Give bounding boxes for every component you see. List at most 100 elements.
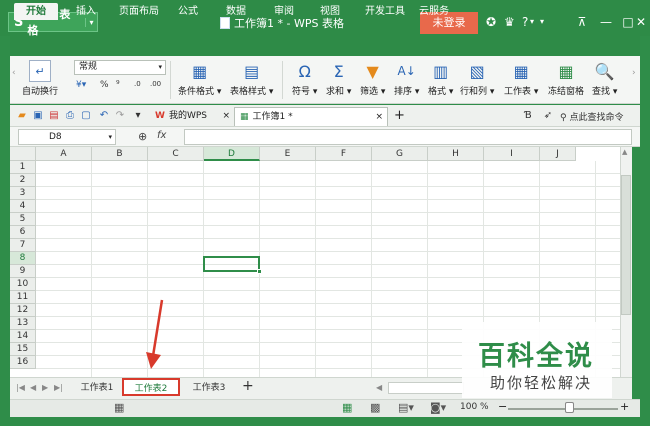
freeze-panes-button[interactable]: ▦ 冻结窗格: [548, 60, 584, 98]
zoom-in-button[interactable]: +: [620, 400, 629, 413]
fill-handle[interactable]: [257, 269, 262, 274]
zoom-slider[interactable]: [508, 408, 618, 410]
row-header-8[interactable]: 8: [10, 252, 36, 265]
row-header-4[interactable]: 4: [10, 200, 36, 213]
format-button[interactable]: ▥ 格式 ▾: [428, 60, 453, 98]
save-icon[interactable]: ▣: [32, 110, 44, 122]
command-search[interactable]: ⚲ 点此查找命令: [560, 110, 623, 123]
redo-icon[interactable]: ↷: [114, 110, 126, 122]
row-header-6[interactable]: 6: [10, 226, 36, 239]
column-header-j[interactable]: J: [540, 147, 576, 161]
active-cell[interactable]: [203, 256, 260, 272]
close-icon[interactable]: ×: [375, 108, 387, 127]
increase-decimal-button[interactable]: .0: [134, 80, 141, 88]
row-header-15[interactable]: 15: [10, 343, 36, 356]
tab-developer[interactable]: 开发工具: [356, 3, 414, 20]
print-preview-icon[interactable]: ▢: [80, 110, 92, 122]
tab-review[interactable]: 审阅: [266, 3, 302, 20]
print-icon[interactable]: ⎙: [64, 110, 76, 122]
close-icon[interactable]: ✕: [632, 12, 650, 32]
reading-mode-icon[interactable]: ◙▾: [430, 401, 446, 414]
first-sheet-icon[interactable]: |◀: [16, 383, 25, 392]
skin-icon[interactable]: ✪: [486, 15, 496, 29]
percent-button[interactable]: %: [100, 80, 109, 90]
column-header-g[interactable]: G: [372, 147, 428, 161]
table-style-button[interactable]: ▤ 表格样式 ▾: [230, 60, 273, 98]
row-header-14[interactable]: 14: [10, 330, 36, 343]
tab-workbook1[interactable]: ▦ 工作簿1 * ×: [234, 107, 388, 126]
new-tab-button[interactable]: +: [394, 108, 405, 123]
scroll-up-icon[interactable]: ▲: [622, 148, 627, 156]
sheet-tab-3[interactable]: 工作表3: [184, 379, 234, 397]
row-header-1[interactable]: 1: [10, 161, 36, 174]
column-header-b[interactable]: B: [92, 147, 148, 161]
column-header-f[interactable]: F: [316, 147, 372, 161]
customize-toolbar-icon[interactable]: ▾: [132, 110, 144, 122]
scroll-left-icon[interactable]: ◀: [376, 383, 382, 392]
currency-icon[interactable]: ¥▾: [76, 80, 86, 90]
shirt-icon[interactable]: ♛: [504, 15, 515, 29]
sum-button[interactable]: Σ 求和 ▾: [326, 60, 351, 98]
conditional-format-button[interactable]: ▦ 条件格式 ▾: [178, 60, 221, 98]
column-header-c[interactable]: C: [148, 147, 204, 161]
chevron-right-icon[interactable]: ›: [632, 68, 636, 78]
page-break-view-icon[interactable]: ▩: [370, 401, 380, 414]
export-pdf-icon[interactable]: ▤: [48, 110, 60, 122]
symbol-button[interactable]: Ω 符号 ▾: [292, 60, 317, 98]
column-header-e[interactable]: E: [260, 147, 316, 161]
vertical-scroll-thumb[interactable]: [621, 175, 631, 315]
last-sheet-icon[interactable]: ▶|: [54, 383, 63, 392]
chevron-left-icon[interactable]: ‹: [12, 68, 16, 78]
calendar-icon[interactable]: ▦: [114, 401, 124, 414]
row-header-16[interactable]: 16: [10, 356, 36, 369]
thousands-button[interactable]: ⁹: [116, 80, 120, 90]
normal-view-icon[interactable]: ▦: [342, 401, 352, 414]
tab-insert[interactable]: 插入: [66, 3, 106, 20]
row-header-11[interactable]: 11: [10, 291, 36, 304]
pin-icon[interactable]: ➶: [542, 110, 554, 122]
find-button[interactable]: 🔍 查找 ▾: [592, 60, 617, 98]
row-header-12[interactable]: 12: [10, 304, 36, 317]
tab-data[interactable]: 数据: [218, 3, 254, 20]
column-header-a[interactable]: A: [36, 147, 92, 161]
row-header-3[interactable]: 3: [10, 187, 36, 200]
row-header-10[interactable]: 10: [10, 278, 36, 291]
undo-icon[interactable]: ↶: [98, 110, 110, 122]
row-header-13[interactable]: 13: [10, 317, 36, 330]
row-header-2[interactable]: 2: [10, 174, 36, 187]
prev-sheet-icon[interactable]: ◀: [30, 383, 36, 392]
formula-input[interactable]: [184, 129, 632, 145]
tab-cloud[interactable]: 云服务: [414, 3, 454, 20]
tab-view[interactable]: 视图: [312, 3, 348, 20]
column-header-i[interactable]: I: [484, 147, 540, 161]
row-col-button[interactable]: ▧ 行和列 ▾: [460, 60, 494, 98]
sheet-tab-1[interactable]: 工作表1: [72, 379, 122, 397]
next-sheet-icon[interactable]: ▶: [42, 383, 48, 392]
sheet-tab-2[interactable]: 工作表2: [122, 378, 180, 396]
page-layout-view-icon[interactable]: ▤▾: [398, 401, 414, 414]
sort-button[interactable]: A↓ 排序 ▾: [394, 60, 419, 97]
decrease-decimal-button[interactable]: .00: [150, 80, 161, 88]
help-dropdown-icon[interactable]: ▾: [530, 17, 534, 26]
ribbon-toggle-icon[interactable]: ⊼: [570, 12, 594, 32]
worksheet-button[interactable]: ▦ 工作表 ▾: [504, 60, 538, 98]
zoom-out-button[interactable]: −: [498, 400, 507, 413]
row-header-9[interactable]: 9: [10, 265, 36, 278]
help-icon[interactable]: ?: [522, 15, 528, 29]
zoom-slider-thumb[interactable]: [564, 402, 574, 413]
add-sheet-button[interactable]: +: [242, 378, 254, 394]
row-header-7[interactable]: 7: [10, 239, 36, 252]
horizontal-scrollbar[interactable]: [388, 382, 464, 394]
column-header-h[interactable]: H: [428, 147, 484, 161]
minimize-icon[interactable]: —: [594, 12, 618, 32]
zoom-level[interactable]: 100 %: [460, 402, 489, 412]
tab-formulas[interactable]: 公式: [170, 3, 206, 20]
row-header-5[interactable]: 5: [10, 213, 36, 226]
chevron-down-icon[interactable]: ▾: [540, 17, 544, 26]
number-format-select[interactable]: 常规 ▾: [74, 60, 166, 75]
close-icon[interactable]: ×: [222, 107, 234, 126]
select-all-corner[interactable]: [10, 147, 36, 161]
filter-button[interactable]: ▼ 筛选 ▾: [360, 60, 385, 98]
insert-function-button[interactable]: fx: [157, 130, 166, 141]
bold-b-icon[interactable]: Ɓ: [522, 110, 534, 122]
